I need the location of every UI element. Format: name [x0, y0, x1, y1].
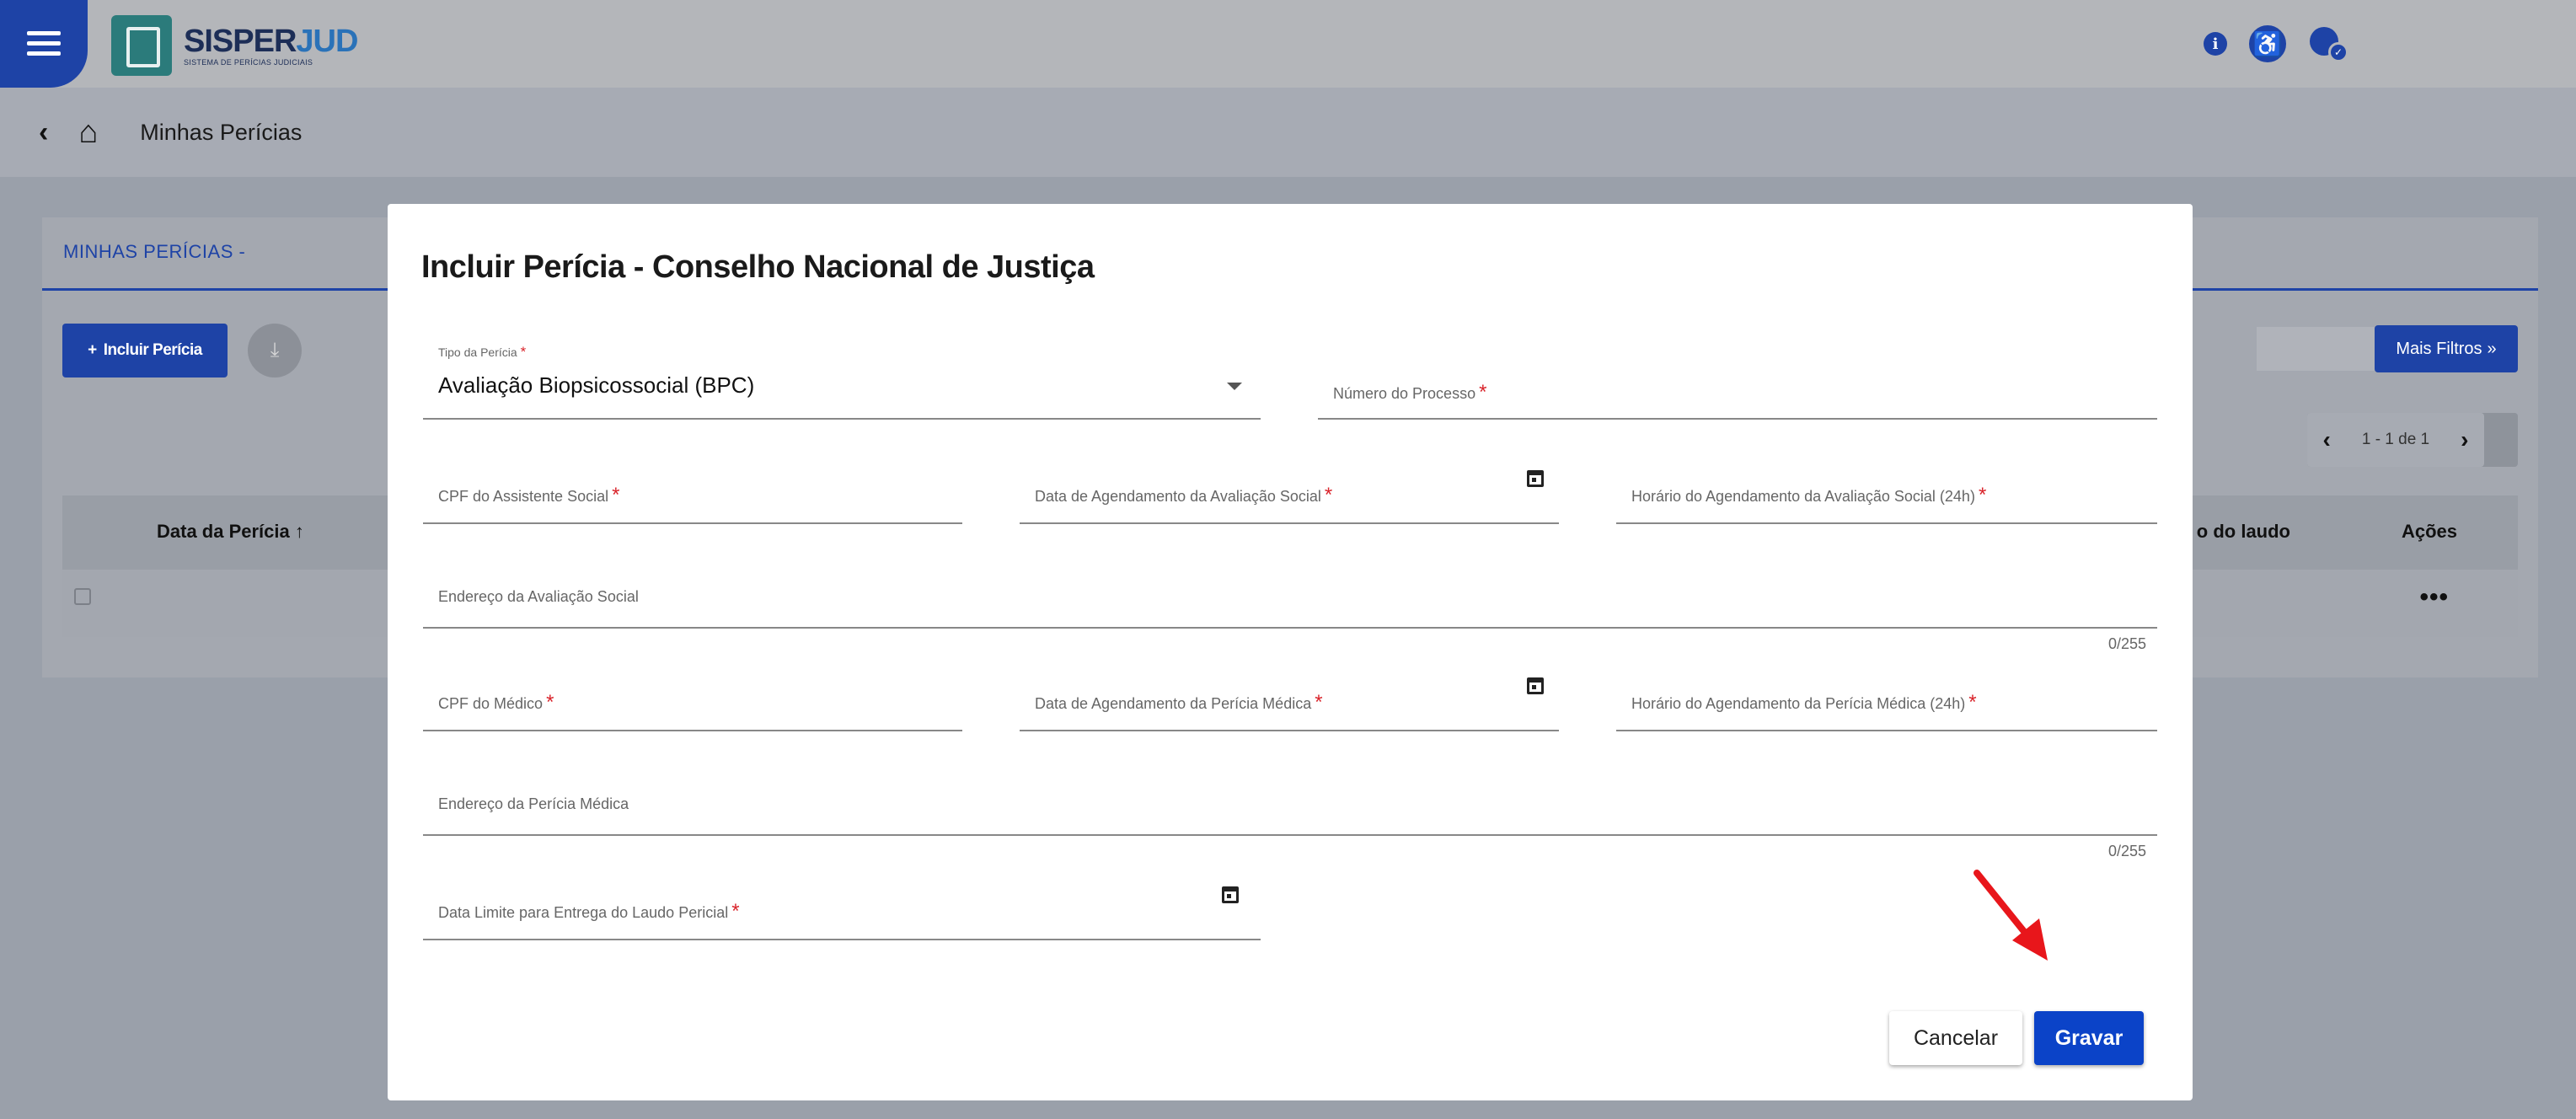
numero-processo-label: Número do Processo *	[1333, 381, 1487, 404]
logo-subtitle: SISTEMA DE PERÍCIAS JUDICIAIS	[184, 58, 313, 67]
more-filters-button[interactable]: Mais Filtros »	[2375, 325, 2518, 372]
data-avaliacao-social-field[interactable]: Data de Agendamento da Avaliação Social *	[1020, 470, 1559, 524]
horario-avaliacao-social-field[interactable]: Horário do Agendamento da Avaliação Soci…	[1616, 475, 2157, 524]
info-icon[interactable]: i	[2204, 32, 2227, 56]
breadcrumb: ‹ ⌂ Minhas Perícias	[0, 88, 2576, 177]
cpf-medico-field[interactable]: CPF do Médico *	[423, 683, 962, 731]
page-title: Minhas Perícias	[140, 119, 303, 145]
column-header-report[interactable]: o do laudo	[2197, 521, 2290, 543]
download-button[interactable]: ⤓	[248, 324, 302, 377]
cpf-assistente-label: CPF do Assistente Social *	[438, 484, 620, 506]
char-counter: 0/255	[2108, 843, 2147, 859]
horario-pericia-medica-field[interactable]: Horário do Agendamento da Perícia Médica…	[1616, 683, 2157, 731]
numero-processo-field[interactable]: Número do Processo *	[1318, 372, 2157, 420]
app-logo[interactable]: SISPERJUD SISTEMA DE PERÍCIAS JUDICIAIS	[111, 15, 358, 76]
download-icon: ⤓	[270, 339, 280, 361]
data-pericia-medica-field[interactable]: Data de Agendamento da Perícia Médica *	[1020, 677, 1559, 731]
data-pericia-medica-label: Data de Agendamento da Perícia Médica *	[1035, 691, 1323, 714]
data-avaliacao-social-label: Data de Agendamento da Avaliação Social *	[1035, 484, 1333, 506]
more-filters-label: Mais Filtros	[2396, 339, 2482, 358]
cpf-medico-label: CPF do Médico *	[438, 691, 554, 714]
tipo-pericia-label: Tipo da Perícia *	[438, 344, 527, 360]
tipo-pericia-value: Avaliação Biopsicossocial (BPC)	[438, 372, 755, 398]
next-page-icon[interactable]: ›	[2461, 426, 2468, 453]
back-chevron-icon[interactable]: ‹	[39, 116, 48, 149]
user-verified-icon[interactable]: ✓	[2308, 25, 2348, 62]
incluir-pericia-dialog: Incluir Perícia - Conselho Nacional de J…	[388, 204, 2193, 1100]
double-chevron-down-icon: »	[2487, 339, 2497, 358]
calendar-icon[interactable]	[1222, 886, 1239, 903]
endereco-pericia-medica-field[interactable]: Endereço da Perícia Médica	[423, 787, 2157, 836]
logo-mark-icon	[111, 15, 172, 76]
pagination: ‹ 1 - 1 de 1 ›	[2307, 413, 2518, 467]
top-app-bar: SISPERJUD SISTEMA DE PERÍCIAS JUDICIAIS …	[0, 0, 2576, 88]
cpf-assistente-field[interactable]: CPF do Assistente Social *	[423, 475, 962, 524]
calendar-icon[interactable]	[1527, 470, 1544, 487]
endereco-avaliacao-social-field[interactable]: Endereço da Avaliação Social	[423, 580, 2157, 629]
pagination-text: 1 - 1 de 1	[2361, 431, 2430, 448]
prev-page-icon[interactable]: ‹	[2323, 426, 2331, 453]
dropdown-arrow-icon	[1227, 383, 1242, 390]
endereco-pericia-medica-label: Endereço da Perícia Médica	[438, 795, 629, 812]
more-actions-icon[interactable]: •••	[2419, 583, 2449, 612]
data-limite-laudo-field[interactable]: Data Limite para Entrega do Laudo Perici…	[423, 886, 1261, 940]
horario-avaliacao-social-label: Horário do Agendamento da Avaliação Soci…	[1631, 484, 1987, 506]
calendar-icon[interactable]	[1527, 677, 1544, 694]
save-button[interactable]: Gravar	[2034, 1011, 2144, 1065]
hamburger-icon	[27, 31, 61, 56]
cancel-button[interactable]: Cancelar	[1889, 1011, 2022, 1065]
column-header-date[interactable]: Data da Perícia ↑	[157, 521, 304, 543]
add-pericia-label: Incluir Perícia	[103, 341, 203, 359]
row-checkbox[interactable]	[74, 588, 91, 605]
column-header-actions: Ações	[2401, 521, 2457, 542]
horario-pericia-medica-label: Horário do Agendamento da Perícia Médica…	[1631, 691, 1977, 714]
accessibility-icon[interactable]: ♿	[2249, 25, 2286, 62]
char-counter: 0/255	[2108, 635, 2147, 652]
endereco-avaliacao-social-label: Endereço da Avaliação Social	[438, 588, 639, 605]
tipo-pericia-select[interactable]: Tipo da Perícia * Avaliação Biopsicossoci…	[423, 344, 1261, 420]
search-field[interactable]	[2257, 327, 2375, 371]
plus-icon: +	[88, 341, 97, 359]
annotation-arrow-icon	[1974, 870, 2048, 961]
data-limite-laudo-label: Data Limite para Entrega do Laudo Perici…	[438, 900, 740, 923]
logo-title: SISPERJUD	[184, 24, 358, 59]
tab-minhas-pericias[interactable]: MINHAS PERÍCIAS -	[63, 241, 245, 263]
menu-button[interactable]	[0, 0, 88, 88]
add-pericia-button[interactable]: + Incluir Perícia	[62, 324, 228, 377]
dialog-title: Incluir Perícia - Conselho Nacional de J…	[421, 249, 1095, 285]
home-icon[interactable]: ⌂	[78, 115, 98, 151]
